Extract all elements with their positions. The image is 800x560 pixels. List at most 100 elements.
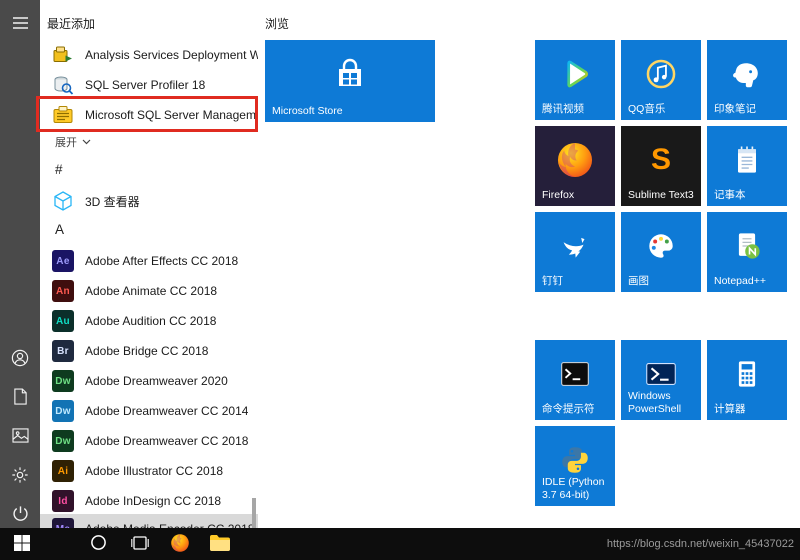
app-item-adobe-dreamweaver-cc2018[interactable]: Dw Adobe Dreamweaver CC 2018 [40,426,258,456]
3d-viewer-icon [52,190,74,212]
power-icon [12,505,29,525]
microsoft-store-icon [329,55,371,95]
tile-label: Sublime Text3 [628,188,694,201]
tile-evernote[interactable]: 印象笔记 [707,40,787,120]
tile-label: IDLE (Python 3.7 64-bit) [542,475,605,501]
menu-icon [12,16,29,33]
tile-group-header: 浏览 [265,17,290,31]
user-button[interactable] [0,341,40,377]
tencent-video-icon [557,56,593,92]
adobe-ai-icon: Ai [52,460,74,482]
notepad-icon [729,142,765,178]
app-item-label: Adobe Illustrator CC 2018 [85,464,224,478]
ssms-icon [52,104,74,126]
section-header-a[interactable]: A [55,222,64,237]
start-icon [14,534,30,554]
app-item-3d-viewer[interactable]: 3D 查看器 [40,186,258,216]
app-item-adobe-illustrator[interactable]: Ai Adobe Illustrator CC 2018 [40,456,258,486]
adobe-id-icon: Id [52,490,74,512]
tile-microsoft-store[interactable]: Microsoft Store [265,40,435,122]
tile-label: 命令提示符 [542,402,595,415]
tile-label: Windows PowerShell [628,389,682,415]
app-item-adobe-indesign[interactable]: Id Adobe InDesign CC 2018 [40,486,258,516]
firefox-icon [553,138,597,182]
scrollbar-thumb[interactable] [252,498,256,528]
firefox-icon [169,532,191,557]
dingtalk-icon [556,227,594,265]
tile-qq-music[interactable]: QQ音乐 [621,40,701,120]
sql-profiler-icon [52,74,74,96]
app-item-label: SQL Server Profiler 18 [85,78,206,92]
app-item-label: Adobe Dreamweaver 2020 [85,374,228,388]
app-item-adobe-dreamweaver-cc2014[interactable]: Dw Adobe Dreamweaver CC 2014 [40,396,258,426]
adobe-au-icon: Au [52,310,74,332]
tile-paint[interactable]: 画图 [621,212,701,292]
app-item-adobe-dreamweaver-2020[interactable]: Dw Adobe Dreamweaver 2020 [40,366,258,396]
cortana-search-button[interactable] [80,528,116,560]
expand-label: 展开 [55,137,77,149]
analysis-services-icon [52,44,74,66]
powershell-icon [642,355,680,393]
tile-idle-python[interactable]: IDLE (Python 3.7 64-bit) [535,426,615,506]
user-icon [11,349,29,370]
tile-calculator[interactable]: 计算器 [707,340,787,420]
menu-button[interactable] [0,6,40,42]
tile-notepad-plus-plus[interactable]: Notepad++ [707,212,787,292]
taskbar-file-explorer-button[interactable] [202,528,238,560]
tile-dingtalk[interactable]: 钉钉 [535,212,615,292]
task-view-button[interactable] [122,528,158,560]
start-button[interactable] [4,528,40,560]
app-item-sql-server-profiler[interactable]: SQL Server Profiler 18 [40,70,258,100]
file-explorer-icon [209,534,231,555]
app-list: 最近添加 Analysis Services Deployment Wi... … [40,0,258,544]
tile-windows-powershell[interactable]: Windows PowerShell [621,340,701,420]
app-item-adobe-animate[interactable]: An Adobe Animate CC 2018 [40,276,258,306]
settings-button[interactable] [0,458,40,494]
section-header-hash[interactable]: # [55,162,63,177]
command-prompt-icon [556,355,594,393]
app-item-adobe-audition[interactable]: Au Adobe Audition CC 2018 [40,306,258,336]
notepad-plus-plus-icon [729,228,765,264]
documents-button[interactable] [0,380,40,416]
watermark-url: https://blog.csdn.net/weixin_45437022 [606,538,794,550]
pictures-button[interactable] [0,419,40,455]
app-item-adobe-bridge[interactable]: Br Adobe Bridge CC 2018 [40,336,258,366]
app-item-ssms[interactable]: Microsoft SQL Server Manageme... [40,100,258,130]
app-item-analysis-services-wizard[interactable]: Analysis Services Deployment Wi... [40,40,258,70]
cortana-search-icon [90,534,107,554]
tile-sublime-text[interactable]: S Sublime Text3 [621,126,701,206]
tile-notepad[interactable]: 记事本 [707,126,787,206]
chevron-down-icon [82,136,91,148]
app-item-label: Adobe Dreamweaver CC 2014 [85,404,249,418]
calculator-icon [729,356,765,392]
tile-label: 画图 [628,274,649,287]
start-rail [0,0,40,528]
taskbar: https://blog.csdn.net/weixin_45437022 [0,528,800,560]
sublime-icon: S [650,143,671,176]
task-view-icon [131,534,149,555]
settings-icon [11,466,29,487]
tile-label: 腾讯视频 [542,102,584,115]
tile-label: Firefox [542,188,575,201]
tile-firefox[interactable]: Firefox [535,126,615,206]
app-item-label: 3D 查看器 [85,194,140,209]
app-item-label: Adobe Animate CC 2018 [85,284,218,298]
tile-label: 记事本 [714,188,746,201]
app-item-label: Adobe Bridge CC 2018 [85,344,209,358]
pictures-icon [11,428,29,446]
adobe-ae-icon: Ae [52,250,74,272]
python-idle-icon [558,443,592,477]
expand-toggle[interactable]: 展开 [55,134,91,150]
adobe-dw-icon: Dw [52,430,74,452]
app-item-label: Analysis Services Deployment Wi... [85,48,258,62]
tile-label: 印象笔记 [714,102,756,115]
recent-added-header: 最近添加 [47,17,96,31]
adobe-dw-icon: Dw [52,400,74,422]
taskbar-firefox-button[interactable] [162,528,198,560]
tile-label: QQ音乐 [628,102,666,115]
start-menu-screen: 最近添加 Analysis Services Deployment Wi... … [0,0,800,560]
tile-command-prompt[interactable]: 命令提示符 [535,340,615,420]
tile-tencent-video[interactable]: 腾讯视频 [535,40,615,120]
app-item-adobe-after-effects[interactable]: Ae Adobe After Effects CC 2018 [40,246,258,276]
tile-label: 计算器 [714,402,746,415]
